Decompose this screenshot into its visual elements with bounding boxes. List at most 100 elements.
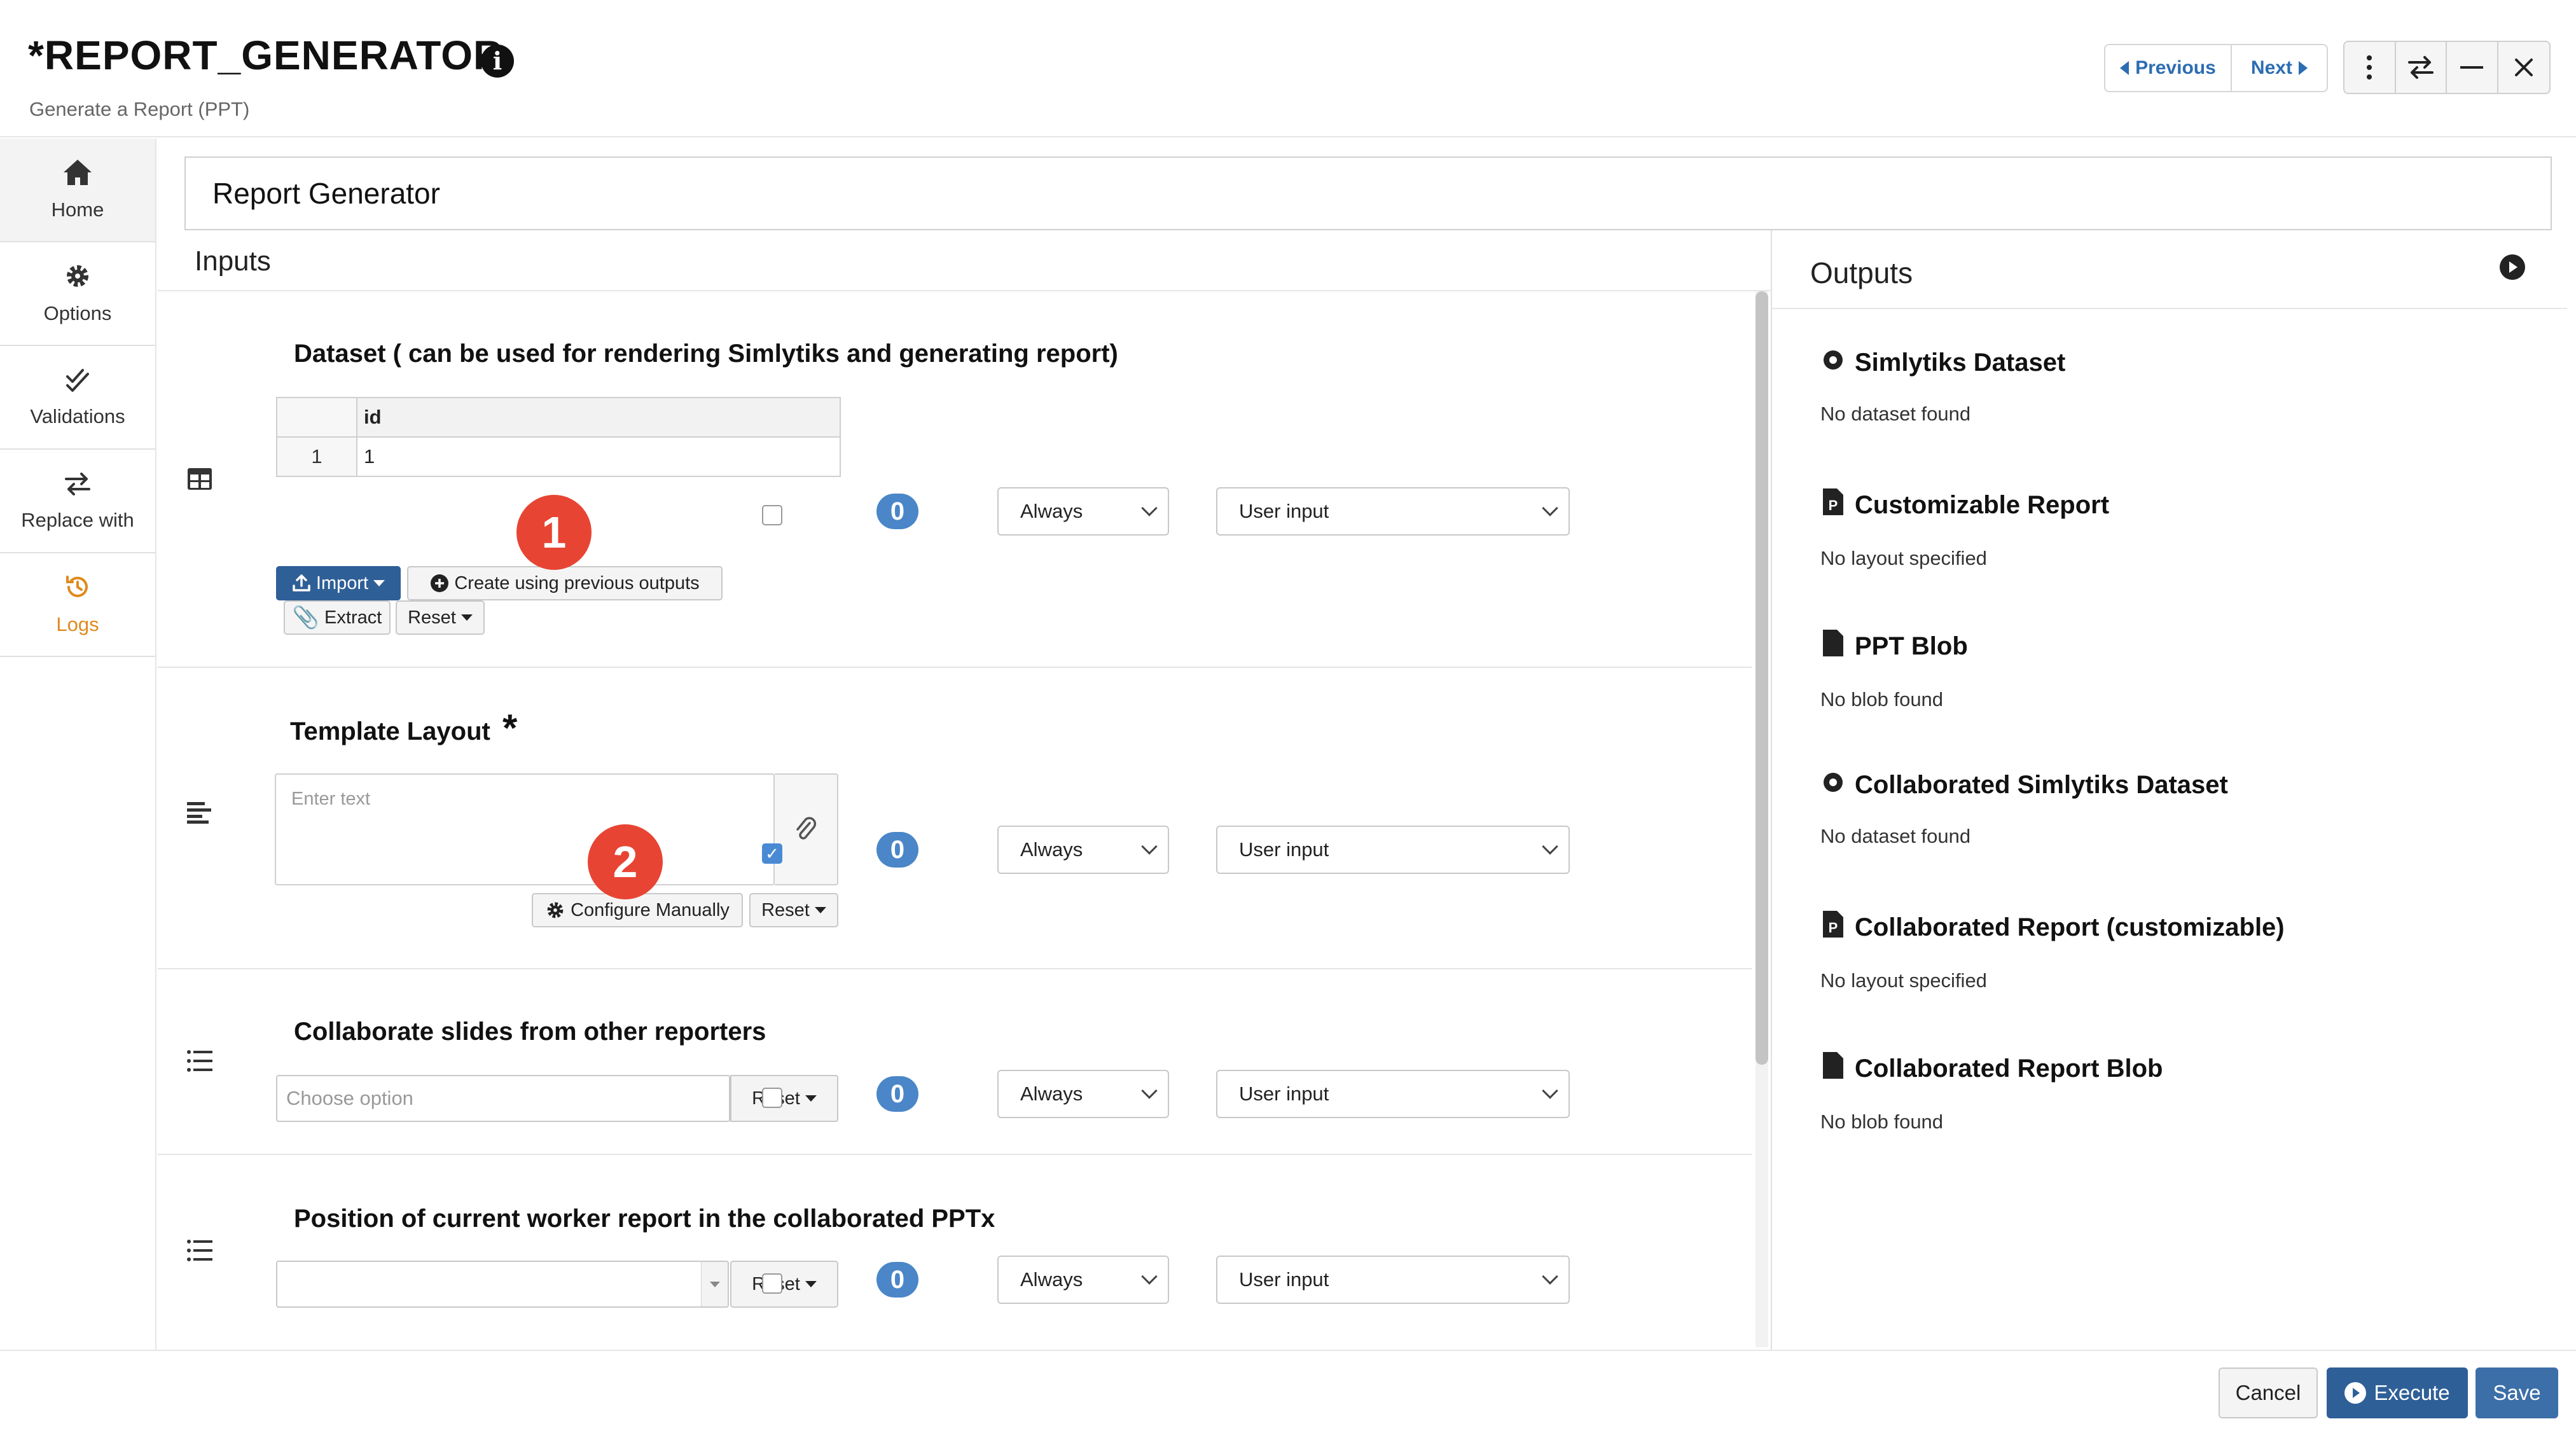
caret-down-icon bbox=[460, 614, 473, 621]
caret-down-icon bbox=[709, 1281, 720, 1287]
position-checkbox[interactable] bbox=[762, 1273, 782, 1294]
configure-manually-button[interactable]: Configure Manually bbox=[532, 893, 743, 927]
combo-toggle[interactable] bbox=[701, 1261, 729, 1308]
file-icon bbox=[1820, 630, 1846, 663]
sidebar-item-options[interactable]: Options bbox=[0, 242, 155, 346]
dataset-icon bbox=[1820, 349, 1846, 377]
position-combobox[interactable] bbox=[276, 1261, 702, 1308]
required-marker: * bbox=[502, 707, 518, 749]
plus-circle-icon bbox=[431, 574, 449, 592]
dataset-icon bbox=[1820, 771, 1846, 800]
sidebar: Home Options Validations Replace with Lo… bbox=[0, 139, 156, 1350]
callout-badge-2: 2 bbox=[588, 824, 663, 899]
cancel-button[interactable]: Cancel bbox=[2219, 1367, 2318, 1418]
svg-text:P: P bbox=[1829, 497, 1838, 513]
file-icon bbox=[1820, 1052, 1846, 1085]
panel-divider bbox=[1771, 230, 1772, 1350]
chevron-down-icon bbox=[1542, 838, 1558, 855]
history-icon bbox=[64, 573, 92, 609]
play-icon[interactable] bbox=[2500, 254, 2525, 280]
sidebar-item-validations[interactable]: Validations bbox=[0, 346, 155, 450]
table-corner-cell bbox=[276, 397, 357, 438]
caret-down-icon bbox=[805, 1281, 817, 1287]
chevron-down-icon bbox=[1141, 500, 1158, 516]
list-icon bbox=[187, 1044, 212, 1079]
template-layout-count-badge: 0 bbox=[876, 832, 918, 868]
caret-right-icon bbox=[2298, 61, 2308, 75]
play-circle-icon bbox=[2344, 1382, 2367, 1404]
collaborate-slides-checkbox[interactable] bbox=[762, 1088, 782, 1108]
chevron-down-icon bbox=[1542, 1083, 1558, 1099]
table-header-row: id bbox=[276, 397, 841, 438]
more-vertical-icon[interactable] bbox=[2344, 42, 2396, 93]
info-icon[interactable]: i bbox=[481, 45, 514, 78]
minimize-icon[interactable] bbox=[2447, 42, 2498, 93]
import-button[interactable]: Import bbox=[276, 566, 401, 600]
execute-button[interactable]: Execute bbox=[2327, 1367, 2468, 1418]
position-reset-button[interactable]: Reset bbox=[730, 1261, 838, 1308]
next-button[interactable]: Next bbox=[2232, 45, 2327, 91]
create-using-previous-outputs-button[interactable]: Create using previous outputs bbox=[407, 566, 723, 600]
swap-icon bbox=[64, 471, 92, 505]
input-row-collaborate-slides: Collaborate slides from other reporters bbox=[158, 969, 1752, 1155]
template-reset-button[interactable]: Reset bbox=[749, 893, 838, 927]
upload-icon bbox=[293, 574, 310, 592]
template-layout-textarea[interactable]: Enter text bbox=[275, 773, 775, 885]
caret-left-icon bbox=[2120, 61, 2129, 75]
input-row-position: Position of current worker report in the… bbox=[158, 1155, 1752, 1350]
sidebar-item-replace-with[interactable]: Replace with bbox=[0, 450, 155, 553]
close-icon[interactable] bbox=[2498, 42, 2549, 93]
collaborate-source-select[interactable]: User input bbox=[1216, 1070, 1570, 1118]
position-frequency-select[interactable]: Always bbox=[997, 1256, 1169, 1304]
paperclip-icon: 📎 bbox=[292, 606, 320, 630]
table-row: 1 1 bbox=[276, 436, 841, 477]
footer-bar bbox=[0, 1350, 2576, 1440]
template-layout-title: Template Layout bbox=[290, 717, 490, 745]
home-icon bbox=[62, 158, 93, 195]
collaborate-frequency-select[interactable]: Always bbox=[997, 1070, 1169, 1118]
template-source-select[interactable]: User input bbox=[1216, 826, 1570, 874]
app-subtitle: Generate a Report (PPT) bbox=[29, 98, 250, 120]
paperclip-icon[interactable] bbox=[775, 773, 838, 885]
chevron-down-icon bbox=[1141, 1268, 1158, 1285]
outputs-header: Outputs bbox=[1772, 230, 2567, 309]
inputs-heading: Inputs bbox=[195, 246, 271, 277]
window-controls bbox=[2343, 41, 2551, 94]
inputs-header: Inputs bbox=[158, 230, 1771, 291]
collaborate-slides-select[interactable]: Choose option bbox=[276, 1075, 730, 1122]
output-item-collaborated-report: P Collaborated Report (customizable) No … bbox=[1820, 911, 2285, 992]
table-column-header[interactable]: id bbox=[356, 397, 841, 438]
previous-button[interactable]: Previous bbox=[2105, 45, 2232, 91]
swap-icon[interactable] bbox=[2396, 42, 2447, 93]
position-source-select[interactable]: User input bbox=[1216, 1256, 1570, 1304]
caret-down-icon bbox=[373, 580, 385, 586]
sidebar-item-logs[interactable]: Logs bbox=[0, 553, 155, 657]
output-item-ppt-blob: PPT Blob No blob found bbox=[1820, 630, 1968, 711]
sidebar-item-home[interactable]: Home bbox=[0, 139, 155, 242]
app-title: *REPORT_GENERATOR bbox=[28, 32, 504, 78]
chevron-down-icon bbox=[1141, 1083, 1158, 1099]
output-item-simlytiks-dataset: Simlytiks Dataset No dataset found bbox=[1820, 349, 2066, 425]
dataset-source-select[interactable]: User input bbox=[1216, 487, 1570, 536]
dataset-title: Dataset ( can be used for rendering Siml… bbox=[294, 340, 1118, 368]
callout-badge-1: 1 bbox=[516, 495, 592, 570]
collaborate-reset-button[interactable]: Reset bbox=[730, 1075, 838, 1122]
collaborate-slides-title: Collaborate slides from other reporters bbox=[294, 1018, 766, 1046]
extract-button[interactable]: 📎 Extract bbox=[284, 600, 391, 635]
template-frequency-select[interactable]: Always bbox=[997, 826, 1169, 874]
align-left-icon bbox=[187, 796, 211, 831]
prev-next-group: Previous Next bbox=[2104, 44, 2328, 92]
inputs-scrollbar-thumb[interactable] bbox=[1755, 291, 1768, 1065]
chevron-down-icon bbox=[1141, 838, 1158, 855]
template-layout-checkbox[interactable]: ✓ bbox=[762, 843, 782, 864]
dataset-frequency-select[interactable]: Always bbox=[997, 487, 1169, 536]
dataset-checkbox[interactable] bbox=[762, 505, 782, 525]
gear-icon bbox=[547, 902, 564, 918]
dataset-reset-button[interactable]: Reset bbox=[396, 600, 485, 635]
component-name-field[interactable]: Report Generator bbox=[184, 156, 2552, 230]
save-button[interactable]: Save bbox=[2476, 1367, 2558, 1418]
caret-down-icon bbox=[805, 1095, 817, 1102]
window-header: *REPORT_GENERATOR i Generate a Report (P… bbox=[0, 0, 2576, 137]
table-cell[interactable]: 1 bbox=[356, 436, 841, 477]
table-row-index: 1 bbox=[276, 436, 357, 477]
